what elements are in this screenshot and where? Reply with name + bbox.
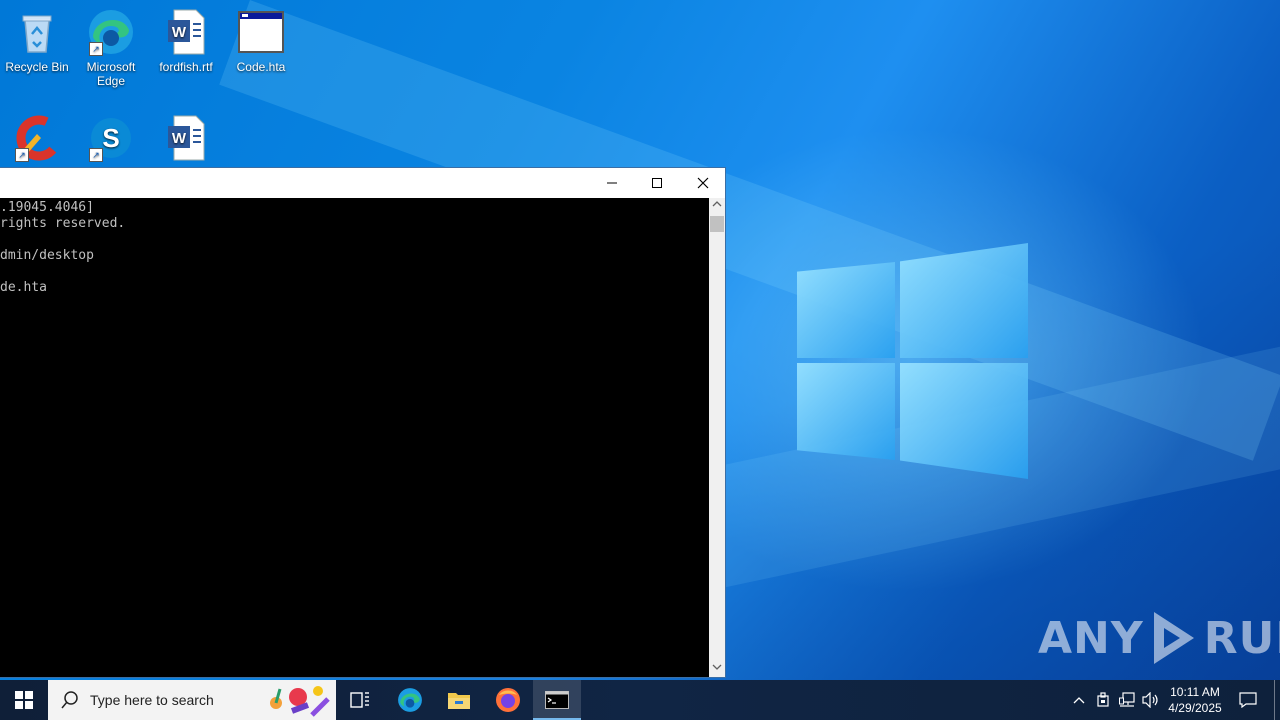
chevron-up-icon bbox=[1073, 697, 1085, 704]
desktop-icon-label: Recycle Bin bbox=[5, 60, 69, 74]
tray-device-button[interactable] bbox=[1092, 680, 1114, 720]
console-line: .19045.4046] bbox=[0, 200, 94, 215]
window-titlebar[interactable] bbox=[0, 168, 725, 198]
tray-network-button[interactable] bbox=[1116, 680, 1138, 720]
clock-date: 4/29/2025 bbox=[1168, 701, 1222, 715]
desktop-icon-word-document[interactable]: W bbox=[149, 114, 223, 166]
command-prompt-window[interactable]: .19045.4046] rights reserved. dmin/deskt… bbox=[0, 167, 726, 678]
taskbar-file-explorer-button[interactable] bbox=[435, 680, 483, 720]
skype-icon: S ↗ bbox=[87, 114, 135, 162]
anyrun-watermark: ANY RUN bbox=[1038, 608, 1280, 668]
cmd-icon bbox=[545, 691, 569, 709]
maximize-icon bbox=[652, 178, 662, 188]
console-line: dmin/desktop bbox=[0, 248, 94, 263]
taskbar-search-box[interactable]: Type here to search bbox=[48, 680, 336, 720]
desktop-icon-label: Code.hta bbox=[236, 60, 286, 74]
ccleaner-icon: ↗ bbox=[13, 114, 62, 162]
clock-time: 10:11 AM bbox=[1170, 685, 1220, 699]
desktop-icon-code-hta[interactable]: Code.hta bbox=[224, 8, 298, 74]
windows-start-icon bbox=[15, 691, 33, 709]
desktop-icon-label: Microsoft Edge bbox=[86, 60, 136, 88]
svg-text:W: W bbox=[172, 130, 187, 147]
taskbar-command-prompt-button[interactable] bbox=[533, 680, 581, 720]
minimize-button[interactable] bbox=[589, 168, 635, 198]
task-view-button[interactable] bbox=[336, 680, 384, 720]
desktop-icon-label: fordfish.rtf bbox=[159, 60, 213, 74]
desktop-icon-ccleaner[interactable]: ↗ bbox=[0, 114, 74, 166]
watermark-text-left: ANY bbox=[1038, 612, 1144, 664]
edge-icon: ↗ bbox=[87, 8, 135, 56]
scroll-up-arrow-icon[interactable] bbox=[709, 198, 725, 214]
start-button[interactable] bbox=[0, 680, 48, 720]
task-view-icon bbox=[350, 692, 369, 708]
desktop-icon-recycle-bin[interactable]: Recycle Bin bbox=[0, 8, 74, 74]
console-output[interactable]: .19045.4046] rights reserved. dmin/deskt… bbox=[0, 198, 709, 677]
taskbar-edge-button[interactable] bbox=[386, 680, 434, 720]
show-hidden-icons-button[interactable] bbox=[1068, 680, 1090, 720]
hta-application-icon bbox=[237, 8, 285, 56]
file-explorer-icon bbox=[448, 693, 470, 709]
shortcut-arrow-icon: ↗ bbox=[89, 148, 103, 162]
word-document-icon: W bbox=[162, 8, 210, 56]
maximize-button[interactable] bbox=[634, 168, 680, 198]
word-document-icon: W bbox=[162, 114, 210, 162]
taskbar-clock[interactable]: 10:11 AM 4/29/2025 bbox=[1162, 680, 1228, 720]
volume-icon bbox=[1142, 692, 1158, 708]
desktop-icon-microsoft-edge[interactable]: ↗ Microsoft Edge bbox=[74, 8, 148, 88]
taskbar: Type here to search 10:11 AM 4/29/2025 bbox=[0, 680, 1280, 720]
tray-volume-button[interactable] bbox=[1140, 680, 1162, 720]
shortcut-arrow-icon: ↗ bbox=[89, 42, 103, 56]
svg-text:W: W bbox=[172, 24, 187, 41]
console-line: rights reserved. bbox=[0, 216, 126, 231]
shortcut-arrow-icon: ↗ bbox=[15, 148, 29, 162]
show-desktop-button[interactable] bbox=[1274, 680, 1280, 720]
recycle-bin-icon bbox=[13, 8, 61, 56]
firefox-icon bbox=[496, 688, 520, 712]
device-icon bbox=[1097, 692, 1109, 707]
console-line: de.hta bbox=[0, 280, 47, 295]
scroll-thumb[interactable] bbox=[710, 216, 724, 232]
search-highlight-illustration-icon bbox=[270, 686, 330, 717]
notification-icon bbox=[1239, 692, 1257, 708]
vertical-scrollbar[interactable] bbox=[709, 198, 725, 677]
play-logo-icon bbox=[1153, 612, 1194, 664]
desktop-icon-skype[interactable]: S ↗ bbox=[74, 114, 148, 166]
svg-text:S: S bbox=[102, 123, 119, 153]
close-icon bbox=[697, 177, 709, 189]
close-button[interactable] bbox=[680, 168, 726, 198]
minimize-icon bbox=[607, 182, 617, 184]
watermark-text-right: RUN bbox=[1203, 612, 1280, 664]
scroll-down-arrow-icon[interactable] bbox=[709, 661, 725, 677]
edge-icon bbox=[398, 688, 422, 712]
desktop-icon-fordfish-rtf[interactable]: W fordfish.rtf bbox=[149, 8, 223, 74]
search-placeholder: Type here to search bbox=[90, 692, 214, 708]
network-icon bbox=[1119, 692, 1135, 707]
action-center-button[interactable] bbox=[1230, 680, 1266, 720]
search-icon bbox=[61, 691, 78, 709]
taskbar-firefox-button[interactable] bbox=[484, 680, 532, 720]
